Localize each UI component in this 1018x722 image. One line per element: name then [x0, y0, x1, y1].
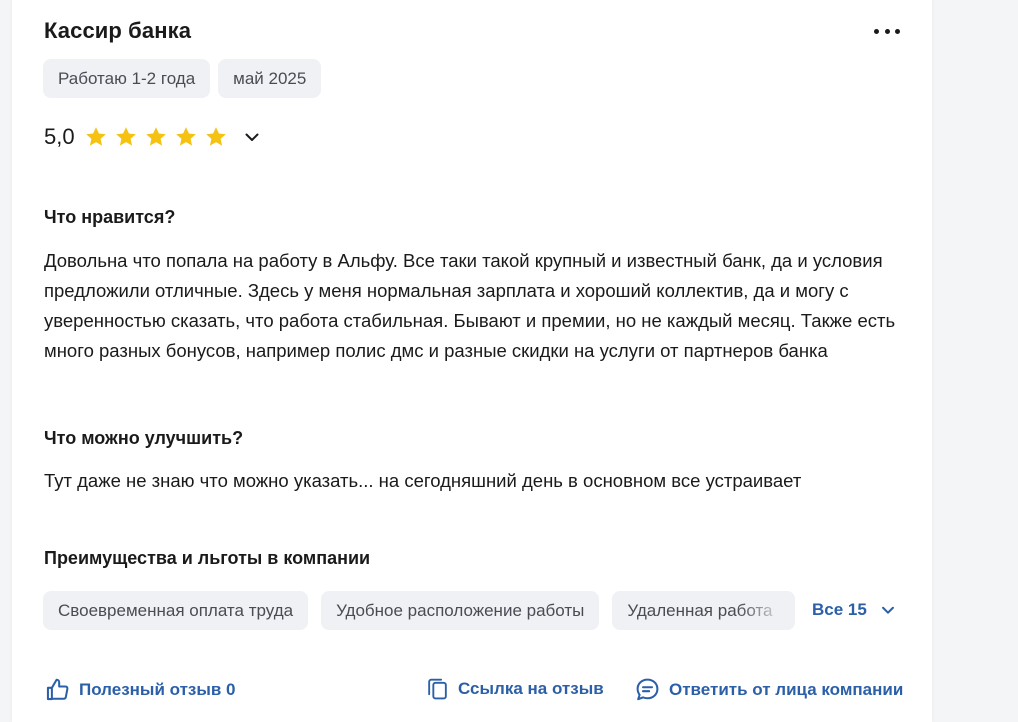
- improve-text: Тут даже не знаю что можно указать... на…: [44, 470, 802, 491]
- thumbs-up-icon: [46, 678, 69, 701]
- dot: [874, 28, 879, 34]
- rating-value: 5,0: [44, 124, 75, 149]
- helpful-button[interactable]: Полезный отзыв 0: [44, 676, 236, 703]
- review-card: Кассир банка Работаю 1-2 года май 2025 5…: [12, 0, 932, 722]
- review-actions: Полезный отзыв 0 Ссылка на отзыв Ответит…: [12, 676, 932, 706]
- all-benefits-button[interactable]: Все 15: [812, 600, 897, 620]
- star-icon: [145, 127, 166, 146]
- reply-as-company-button[interactable]: Ответить от лица компании: [634, 676, 903, 703]
- rating-stars: [84, 125, 228, 149]
- likes-text: Довольна что попала на работу в Альфу. В…: [44, 250, 896, 361]
- benefits-title: Преимущества и льготы в компании: [44, 548, 371, 568]
- benefit-chip: Своевременная оплата труда: [43, 591, 309, 630]
- star-icon: [85, 127, 106, 146]
- more-options-icon[interactable]: [874, 20, 900, 42]
- dot: [895, 28, 900, 34]
- star-icon: [115, 127, 136, 146]
- likes-title: Что нравится?: [44, 207, 176, 227]
- tag-experience: Работаю 1-2 года: [43, 59, 211, 98]
- benefit-chip: Удаленная работа: [612, 591, 796, 630]
- review-link-label: Ссылка на отзыв: [458, 678, 604, 698]
- dot: [884, 28, 890, 34]
- review-title: Кассир банка: [44, 18, 192, 43]
- star-icon: [175, 127, 196, 146]
- review-link-button[interactable]: Ссылка на отзыв: [425, 676, 604, 701]
- chevron-down-icon: [881, 606, 894, 614]
- all-benefits-label: Все 15: [812, 600, 867, 619]
- reply-label: Ответить от лица компании: [669, 679, 904, 699]
- star-icon: [205, 127, 226, 146]
- improve-title: Что можно улучшить?: [44, 428, 244, 448]
- helpful-label: Полезный отзыв 0: [79, 679, 236, 699]
- benefits-list: Своевременная оплата труда Удобное распо…: [43, 591, 796, 630]
- benefit-chip: Удобное расположение работы: [321, 591, 600, 630]
- chevron-down-icon[interactable]: [242, 127, 262, 147]
- copy-icon: [428, 678, 447, 700]
- tag-date: май 2025: [218, 59, 322, 98]
- rating-row: 5,0: [44, 124, 262, 150]
- review-tags: Работаю 1-2 года май 2025: [43, 59, 322, 98]
- chat-bubble-icon: [636, 678, 659, 701]
